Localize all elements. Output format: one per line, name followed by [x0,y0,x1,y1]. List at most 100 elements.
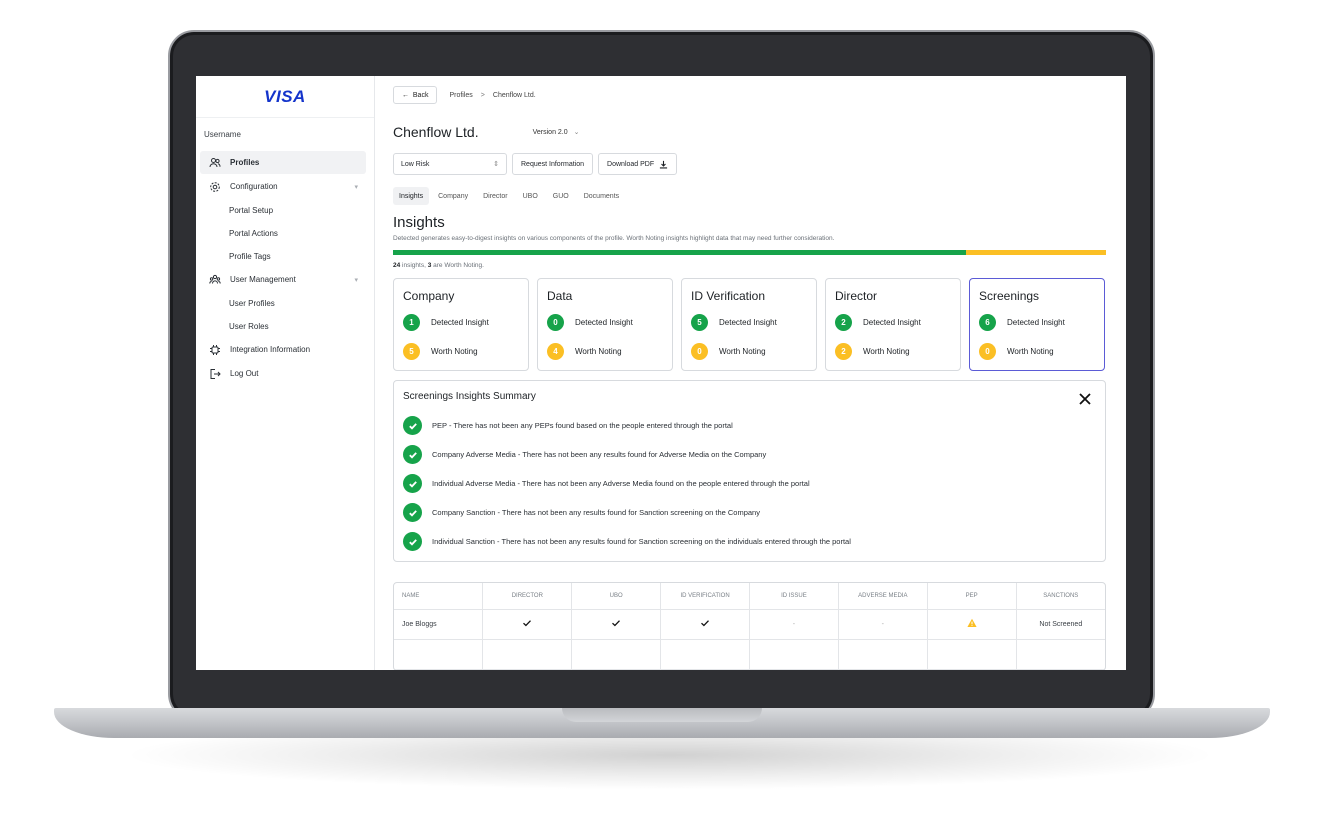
column-header-ubo[interactable]: UBO [571,583,662,610]
back-button[interactable]: ← Back [393,86,438,104]
tab-insights[interactable]: Insights [393,187,430,205]
check-circle-icon [403,532,422,551]
summary-text: Company Adverse Media - There has not be… [432,450,767,459]
summary-text: PEP - There has not been any PEPs found … [432,421,733,430]
detected-count: 2 [835,314,852,331]
insight-card-director[interactable]: Director 2 Detected Insight 2 Worth Noting [825,278,961,371]
chevron-right-icon: > [480,91,485,99]
table-cell [927,639,1017,670]
breadcrumb: ← Back Profiles > Chenflow Ltd. [393,85,1106,105]
breadcrumb-link-profiles[interactable]: Profiles [449,92,472,99]
insight-card-id-verification[interactable]: ID Verification 5 Detected Insight 0 Worth… [681,278,817,371]
download-pdf-label: Download PDF [607,160,655,168]
download-pdf-button[interactable]: Download PDF [598,153,678,175]
worth-label: Worth Noting [575,347,622,356]
summary-text: Individual Sanction - There has not been… [432,537,851,546]
users-icon [208,156,222,170]
check-circle-icon [403,445,422,464]
sidebar-item-profile-tags[interactable]: Profile Tags [196,245,374,268]
summary-list: PEP - There has not been any PEPs found … [403,411,1095,556]
table-row[interactable] [394,639,1105,670]
detected-row: 1 Detected Insight [403,314,518,331]
table-row[interactable]: Joe Bloggs - - Not Screened [394,609,1105,640]
sidebar-item-configuration[interactable]: Configuration ▾ [200,175,366,198]
worth-count: 5 [403,343,420,360]
worth-row: 0 Worth Noting [979,343,1094,360]
insights-total-suffix: insights, [400,262,428,269]
cell-pep [927,609,1017,640]
table-header-row: NAME DIRECTOR UBO ID VERIFICATION ID ISS… [394,583,1105,610]
username-label: Username [204,130,241,139]
column-header-id-issue[interactable]: ID ISSUE [749,583,839,610]
table-cell [394,639,484,670]
tab-ubo[interactable]: UBO [517,187,544,205]
summary-title: Screenings Insights Summary [403,391,536,402]
card-title: Director [835,289,878,303]
column-header-id-verification[interactable]: ID VERIFICATION [660,583,750,610]
cell-id-issue: - [749,609,839,640]
check-icon [701,620,710,627]
sidebar-item-user-profiles[interactable]: User Profiles [196,292,374,315]
sidebar-item-user-roles[interactable]: User Roles [196,315,374,338]
worth-count: 0 [979,343,996,360]
sidebar-item-profiles[interactable]: Profiles [200,151,366,174]
back-button-label: Back [412,91,429,99]
sidebar-item-portal-setup[interactable]: Portal Setup [196,199,374,222]
insights-count-caption: 24 insights, 3 are Worth Noting. [393,262,1106,269]
tab-guo[interactable]: GUO [547,187,575,205]
worth-row: 4 Worth Noting [547,343,662,360]
download-icon [660,160,668,168]
detected-row: 6 Detected Insight [979,314,1094,331]
card-title: Data [547,289,573,303]
detected-label: Detected Insight [575,318,633,327]
risk-select[interactable]: Low Risk ⇕ [393,153,507,175]
column-header-pep[interactable]: PEP [927,583,1017,610]
check-icon [612,620,621,627]
sidebar-item-user-management[interactable]: User Management ▾ [200,268,366,291]
tab-documents[interactable]: Documents [578,187,625,205]
worth-label: Worth Noting [431,347,478,356]
request-information-button[interactable]: Request Information [512,153,594,175]
check-icon [523,620,532,627]
worth-count: 0 [691,343,708,360]
summary-item: Company Sanction - There has not been an… [403,498,1095,527]
chevron-down-icon: ▾ [354,183,358,191]
app-screen: VISA Username Profiles Configuration ▾ P… [196,76,1126,670]
insights-description: Detected generates easy-to-digest insigh… [393,235,835,242]
table-cell [749,639,839,670]
column-header-name[interactable]: NAME [394,583,484,610]
insight-card-data[interactable]: Data 0 Detected Insight 4 Worth Noting [537,278,673,371]
sidebar-item-label: Integration Information [230,345,311,354]
insight-card-screenings[interactable]: Screenings 6 Detected Insight 0 Worth Noti… [969,278,1105,371]
sidebar-item-label: Log Out [230,369,259,378]
column-header-adverse-media[interactable]: ADVERSE MEDIA [838,583,928,610]
card-title: ID Verification [691,289,766,303]
check-circle-icon [403,474,422,493]
sidebar-item-label: Configuration [230,182,278,191]
card-title: Screenings [979,289,1040,303]
tab-director[interactable]: Director [477,187,514,205]
version-select[interactable]: Version 2.0 ⌄ [533,128,580,137]
progress-detected-segment [393,250,967,255]
title-row: Chenflow Ltd. Version 2.0 ⌄ [393,123,1106,141]
sidebar-item-log-out[interactable]: Log Out [200,362,366,385]
progress-worth-segment [966,250,1106,255]
check-circle-icon [403,416,422,435]
sidebar-item-integration-information[interactable]: Integration Information [200,338,366,361]
tab-company[interactable]: Company [432,187,474,205]
breadcrumb-current: Chenflow Ltd. [492,91,536,99]
column-header-director[interactable]: DIRECTOR [482,583,573,610]
logo[interactable]: VISA [196,76,374,118]
close-icon[interactable] [1079,393,1091,405]
detected-label: Detected Insight [431,318,489,327]
worth-count: 4 [547,343,564,360]
cell-director [482,609,573,640]
summary-item: Company Adverse Media - There has not be… [403,440,1095,469]
insight-card-company[interactable]: Company 1 Detected Insight 5 Worth Noting [393,278,529,371]
summary-item: PEP - There has not been any PEPs found … [403,411,1095,440]
column-header-sanctions[interactable]: SANCTIONS [1016,583,1105,610]
insights-title: Insights [393,214,445,231]
cell-id-verification [660,609,750,640]
sidebar-item-portal-actions[interactable]: Portal Actions [196,222,374,245]
detected-label: Detected Insight [1007,318,1065,327]
